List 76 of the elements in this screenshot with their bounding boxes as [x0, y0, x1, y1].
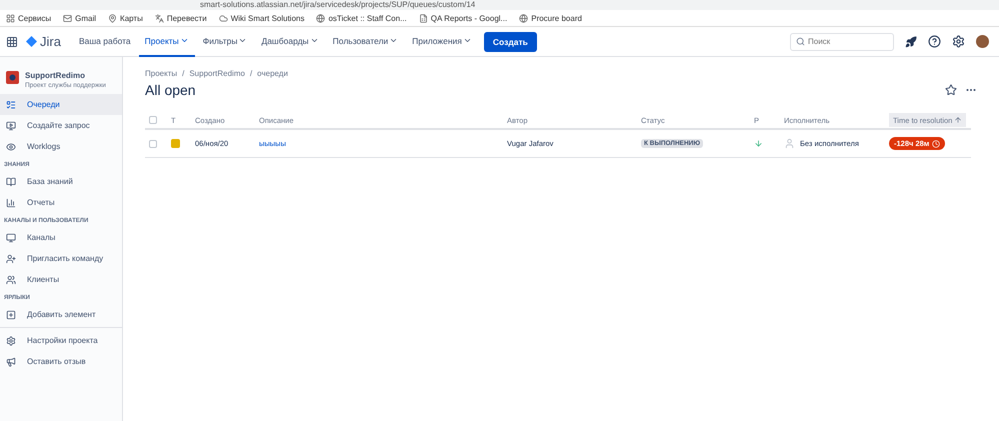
breadcrumb-link[interactable]: SupportRedimo [189, 69, 245, 78]
priority-icon [754, 139, 763, 148]
users-icon [6, 274, 16, 284]
jira-logo[interactable]: Jira [26, 34, 61, 49]
nav-menu-item[interactable]: Проекты [138, 26, 195, 56]
settings-icon[interactable] [952, 35, 965, 48]
book-icon [6, 176, 16, 186]
nav-menu-item[interactable]: Фильтры [196, 26, 254, 56]
project-name: SupportRedimo [25, 71, 86, 80]
bookmark[interactable]: Перевести [154, 14, 207, 22]
eye-icon [6, 142, 16, 152]
spreadsheet-icon [418, 14, 428, 22]
project-icon [6, 71, 19, 84]
user-plus-icon [6, 254, 16, 264]
search-field[interactable]: Поиск [790, 32, 894, 50]
bookmark[interactable]: Карты [108, 14, 143, 22]
sidebar-item[interactable]: Создайте запрос [0, 115, 122, 136]
cloud-icon [218, 14, 228, 22]
nav-menu-item[interactable]: Ваша работа [72, 26, 137, 56]
nav-menu-item[interactable]: Дашбоарды [255, 26, 325, 56]
megaphone-icon [6, 356, 16, 366]
diamond-icon [26, 36, 37, 47]
breadcrumb-separator: / [250, 69, 252, 78]
chevron-down-icon [180, 36, 189, 45]
add-square-icon [6, 310, 16, 320]
help-icon[interactable] [928, 35, 941, 48]
translate-icon [154, 14, 164, 22]
checkbox[interactable] [149, 140, 157, 148]
bar-chart-icon [6, 198, 16, 208]
sidebar-item[interactable]: Worklogs [0, 136, 122, 157]
sidebar-item[interactable]: Отчеты [0, 192, 122, 213]
mail-icon [63, 14, 72, 22]
sidebar-item[interactable]: Оставить отзыв [0, 351, 122, 372]
globe-icon [316, 14, 326, 22]
page-title: All open [145, 82, 197, 98]
sidebar-item[interactable]: База знаний [0, 171, 122, 192]
app-switcher-icon[interactable] [6, 36, 18, 48]
monitor-icon [6, 232, 16, 242]
map-pin-icon [108, 14, 118, 22]
chevron-down-icon [310, 36, 319, 45]
bookmark[interactable]: Gmail [63, 14, 96, 22]
queue-list-icon [6, 100, 16, 110]
breadcrumb-link[interactable]: очереди [257, 69, 288, 78]
nav-menu-item[interactable]: Приложения [406, 26, 478, 56]
breadcrumb-separator: / [182, 69, 184, 78]
create-button[interactable]: Создать [484, 32, 537, 52]
sidebar-item[interactable]: Настройки проекта [0, 330, 122, 351]
sidebar-item[interactable]: Очереди [0, 94, 122, 115]
avatar-icon [784, 138, 795, 149]
star-icon[interactable] [945, 84, 957, 96]
clock-icon [932, 140, 940, 148]
bookmark[interactable]: Procure board [519, 14, 582, 22]
bookmark[interactable]: Сервисы [6, 14, 52, 22]
avatar[interactable] [976, 35, 989, 48]
sidebar-item[interactable]: Добавить элемент [0, 304, 122, 325]
bookmark[interactable]: Wiki Smart Solutions [218, 14, 304, 22]
bookmark[interactable]: osTicket :: Staff Con... [316, 14, 407, 22]
globe-icon [519, 14, 528, 22]
nav-menu-item[interactable]: Пользователи [326, 26, 404, 56]
chevron-down-icon [462, 36, 472, 45]
arrow-up-icon [954, 116, 962, 124]
request-type-icon [171, 139, 180, 148]
grid-icon [6, 14, 15, 22]
sidebar-item[interactable]: Пригласить команду [0, 248, 122, 269]
monitor-icon [6, 120, 16, 130]
checkbox[interactable] [149, 116, 157, 124]
sidebar-item[interactable]: Каналы [0, 227, 122, 248]
sidebar-item[interactable]: Клиенты [0, 269, 122, 290]
address-bar[interactable]: smart-solutions.atlassian.net/jira/servicedesk/projects/SUP/queues/custom/14 [0, 0, 999, 10]
bookmark[interactable]: QA Reports - Googl... [418, 14, 508, 22]
rocket-icon[interactable] [905, 36, 917, 48]
settings-icon [6, 336, 16, 346]
search-icon [796, 37, 805, 46]
chevron-down-icon [389, 36, 398, 45]
breadcrumb-link[interactable]: Проекты [145, 69, 178, 78]
chevron-down-icon [238, 36, 248, 45]
